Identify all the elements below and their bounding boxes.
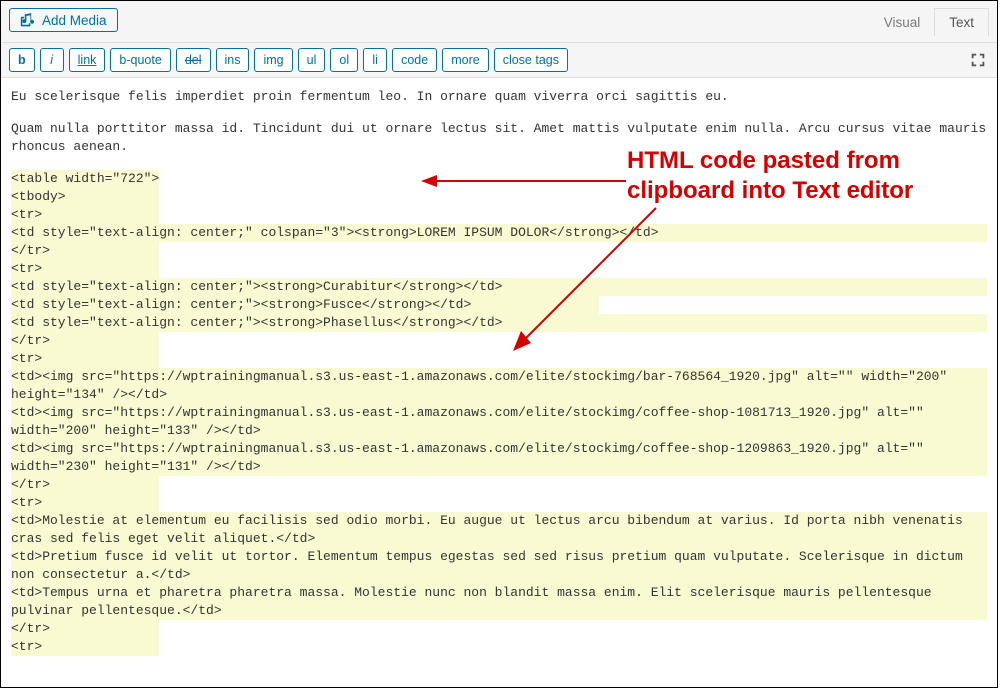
editor-tabs: Visual Text [870, 8, 989, 36]
code-line: </tr> [11, 242, 987, 260]
editor-paragraph: Eu scelerisque felis imperdiet proin fer… [11, 88, 987, 106]
code-line: <td style="text-align: center;"><strong>… [11, 314, 987, 332]
qt-code[interactable]: code [392, 48, 437, 72]
code-line: <td><img src="https://wptrainingmanual.s… [11, 368, 987, 404]
code-line: </tr> [11, 620, 987, 638]
code-line: </tr> [11, 332, 987, 350]
text-editor-area[interactable]: Eu scelerisque felis imperdiet proin fer… [1, 78, 997, 688]
pasted-html-block: <table width="722"><tbody><tr><td style=… [11, 170, 987, 656]
camera-music-icon [20, 12, 36, 28]
code-line: <td style="text-align: center;" colspan=… [11, 224, 987, 242]
code-line: <tr> [11, 206, 987, 224]
qt-close-tags[interactable]: close tags [494, 48, 568, 72]
code-line: <td><img src="https://wptrainingmanual.s… [11, 404, 987, 440]
tab-text[interactable]: Text [934, 8, 989, 36]
code-line: <tr> [11, 350, 987, 368]
fullscreen-icon [969, 51, 987, 69]
qt-ins[interactable]: ins [216, 48, 250, 72]
callout-line1: HTML code pasted from [627, 146, 913, 176]
code-line: <td><img src="https://wptrainingmanual.s… [11, 440, 987, 476]
add-media-button[interactable]: Add Media [9, 8, 118, 32]
callout-line2: clipboard into Text editor [627, 176, 913, 206]
code-line: <tr> [11, 494, 987, 512]
quicktags-group: b i link b-quote del ins img ul ol li co… [9, 48, 568, 72]
code-line: <td style="text-align: center;"><strong>… [11, 278, 987, 296]
qt-bold[interactable]: b [9, 48, 35, 72]
code-line: <tr> [11, 260, 987, 278]
qt-blockquote[interactable]: b-quote [110, 48, 170, 72]
code-line: <td style="text-align: center;"><strong>… [11, 296, 987, 314]
quicktags-toolbar: b i link b-quote del ins img ul ol li co… [1, 43, 997, 78]
code-line: <td>Tempus urna et pharetra pharetra mas… [11, 584, 987, 620]
code-line: <td>Molestie at elementum eu facilisis s… [11, 512, 987, 548]
top-bar: Add Media Visual Text [1, 1, 997, 43]
add-media-label: Add Media [42, 13, 107, 28]
qt-img[interactable]: img [254, 48, 292, 72]
code-line: <td>Pretium fusce id velit ut tortor. El… [11, 548, 987, 584]
callout-arrow-1 [421, 173, 631, 193]
qt-del[interactable]: del [176, 48, 211, 72]
fullscreen-button[interactable] [967, 49, 989, 71]
qt-li[interactable]: li [363, 48, 387, 72]
qt-link[interactable]: link [69, 48, 106, 72]
qt-italic[interactable]: i [40, 48, 64, 72]
qt-ul[interactable]: ul [298, 48, 326, 72]
callout-arrow-2 [501, 203, 671, 353]
code-line: <tr> [11, 638, 987, 656]
annotation-callout: HTML code pasted from clipboard into Tex… [627, 146, 913, 206]
qt-ol[interactable]: ol [330, 48, 358, 72]
qt-more[interactable]: more [442, 48, 488, 72]
tab-visual[interactable]: Visual [870, 8, 935, 36]
editor-window: Add Media Visual Text b i link b-quote d… [0, 0, 998, 688]
code-line: </tr> [11, 476, 987, 494]
